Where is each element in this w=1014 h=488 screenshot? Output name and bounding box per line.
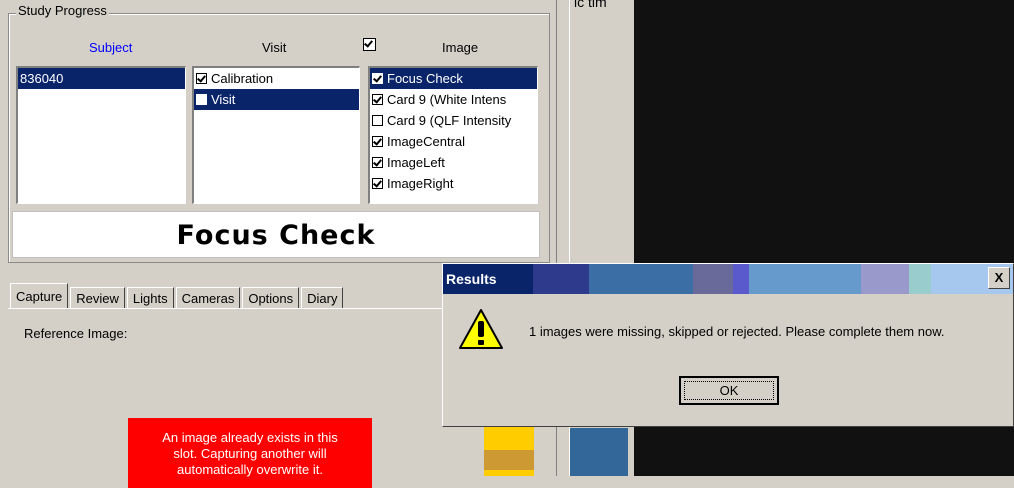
titlebar-segment <box>533 264 589 294</box>
list-item[interactable]: Card 9 (White Intens <box>370 89 537 110</box>
select-all-checkbox[interactable] <box>363 38 376 51</box>
reference-image-label: Reference Image: <box>24 326 128 341</box>
subject-list[interactable]: 836040 <box>16 66 186 204</box>
results-dialog: Results X 1 images were missing, skipped… <box>442 263 1014 427</box>
item-checkbox[interactable] <box>196 73 207 84</box>
close-button[interactable]: X <box>988 267 1010 289</box>
overwrite-warning: An image already exists in this slot. Ca… <box>128 418 372 488</box>
tab-options[interactable]: Options <box>242 287 300 309</box>
titlebar-segment <box>733 264 749 294</box>
clipped-label: ic tim <box>574 0 607 10</box>
warning-line: An image already exists in this <box>162 430 338 445</box>
tab-capture[interactable]: Capture <box>10 283 69 309</box>
list-item-label: Card 9 (QLF Intensity <box>387 113 512 128</box>
list-item-label: ImageRight <box>387 176 454 191</box>
item-checkbox[interactable] <box>372 178 383 189</box>
list-item-label: Card 9 (White Intens <box>387 92 507 107</box>
subject-header[interactable]: Subject <box>89 40 132 55</box>
current-image-title: Focus Check <box>12 211 540 258</box>
titlebar-segment <box>693 264 733 294</box>
dialog-title: Results <box>446 271 497 287</box>
list-item-label: Visit <box>211 92 236 107</box>
warning-line: slot. Capturing another will <box>173 446 327 461</box>
list-item[interactable]: Focus Check <box>370 68 537 89</box>
thumbnail-swatch[interactable] <box>484 450 534 470</box>
item-checkbox[interactable] <box>372 73 383 84</box>
list-item-label: Calibration <box>211 71 274 86</box>
visit-header: Visit <box>262 40 287 55</box>
blue-panel <box>570 428 628 476</box>
dialog-titlebar[interactable]: Results X <box>443 264 1013 294</box>
list-item[interactable]: ImageRight <box>370 173 537 194</box>
tab-bar: Capture Review Lights Cameras Options Diary <box>10 283 345 309</box>
titlebar-segment <box>749 264 861 294</box>
titlebar-segment <box>861 264 909 294</box>
item-checkbox[interactable] <box>372 157 383 168</box>
image-list[interactable]: Focus Check Card 9 (White Intens Card 9 (Q… <box>368 66 538 204</box>
list-item-label: ImageLeft <box>387 155 445 170</box>
list-item[interactable]: Calibration <box>194 68 359 89</box>
list-item[interactable]: Card 9 (QLF Intensity <box>370 110 537 131</box>
ok-button[interactable]: OK <box>679 376 779 405</box>
list-item[interactable]: ImageLeft <box>370 152 537 173</box>
dialog-message: 1 images were missing, skipped or reject… <box>529 324 945 339</box>
list-item-label: 836040 <box>20 71 64 86</box>
list-item[interactable]: Visit <box>194 89 359 110</box>
list-item-label: ImageCentral <box>387 134 466 149</box>
tab-review[interactable]: Review <box>70 287 125 309</box>
tab-lights[interactable]: Lights <box>126 287 174 309</box>
titlebar-segment <box>589 264 693 294</box>
item-checkbox[interactable] <box>372 94 383 105</box>
list-item[interactable]: ImageCentral <box>370 131 537 152</box>
item-checkbox[interactable] <box>372 115 383 126</box>
study-progress-title: Study Progress <box>16 3 109 18</box>
item-checkbox[interactable] <box>372 136 383 147</box>
list-item[interactable]: 836040 <box>18 68 185 89</box>
thumbnail-swatch[interactable] <box>484 470 534 476</box>
thumbnail-swatch[interactable] <box>484 425 534 450</box>
image-header: Image <box>442 40 479 55</box>
warning-icon <box>459 309 503 349</box>
item-checkbox[interactable] <box>196 94 207 105</box>
titlebar-segment <box>909 264 931 294</box>
list-item-label: Focus Check <box>387 71 463 86</box>
tab-cameras[interactable]: Cameras <box>175 287 241 309</box>
tab-diary[interactable]: Diary <box>301 287 344 309</box>
visit-list[interactable]: Calibration Visit <box>192 66 360 204</box>
